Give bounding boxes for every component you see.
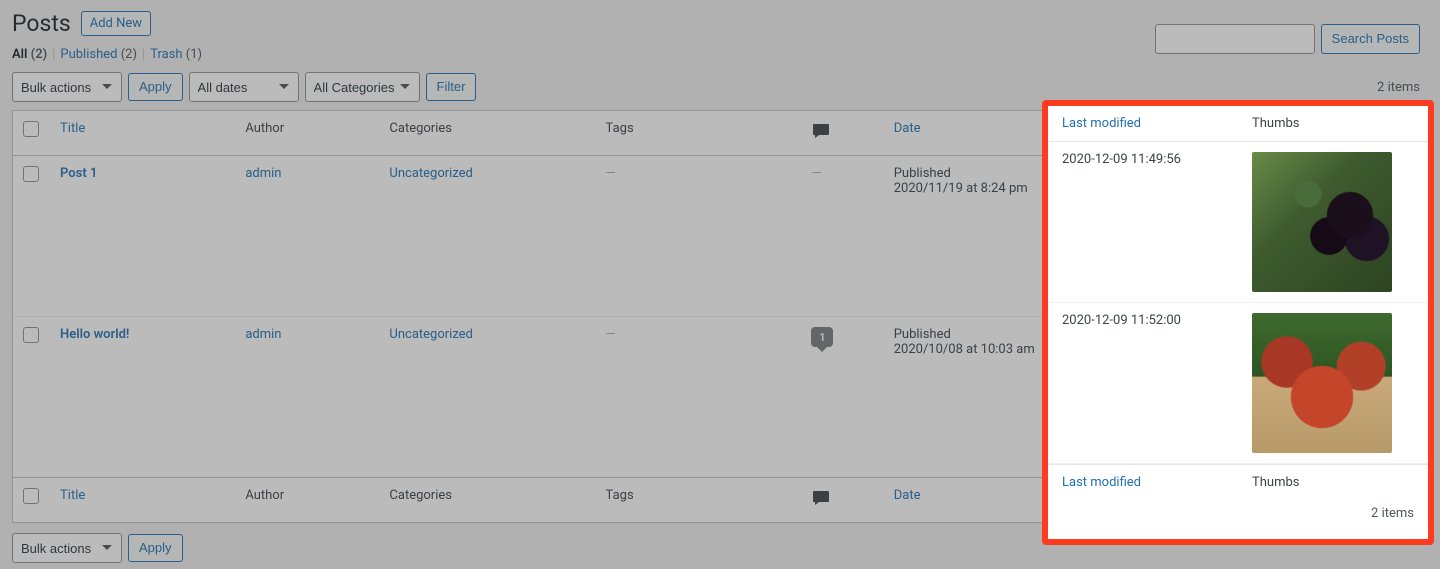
col-author-foot: Author	[235, 477, 379, 522]
tags-value: —	[606, 166, 616, 181]
category-link[interactable]: Uncategorized	[389, 166, 472, 181]
filter-all-count: (2)	[31, 47, 48, 62]
search-button[interactable]: Search Posts	[1321, 24, 1420, 54]
filter-published[interactable]: Published (2)	[60, 47, 137, 62]
items-count-top: 2 items	[1377, 80, 1420, 95]
col-author: Author	[235, 111, 379, 156]
filter-trash[interactable]: Trash (1)	[150, 47, 202, 62]
col-title-foot[interactable]: Title	[60, 488, 85, 503]
post-title-link[interactable]: Post 1	[60, 166, 97, 181]
date-status: Published	[894, 166, 951, 181]
table-row: 2020-12-09 11:49:56	[1048, 142, 1428, 303]
modified-value: 2020-12-09 11:49:56	[1062, 152, 1181, 167]
comments-icon[interactable]	[811, 130, 831, 145]
row-checkbox[interactable]	[23, 166, 39, 182]
author-link[interactable]: admin	[245, 166, 281, 181]
col-tags-foot: Tags	[596, 477, 802, 522]
tags-value: —	[606, 327, 616, 342]
comments-icon[interactable]	[811, 497, 831, 512]
filter-all[interactable]: All (2)	[12, 47, 47, 62]
page-title: Posts	[12, 10, 71, 37]
select-all-checkbox-top[interactable]	[23, 121, 39, 137]
apply-button-top[interactable]: Apply	[128, 73, 183, 101]
highlight-columns-overlay: Last modified Thumbs 2020-12-09 11:49:56…	[1042, 100, 1434, 545]
date-value: 2020/11/19 at 8:24 pm	[894, 181, 1028, 196]
hl-col-thumbs-foot: Thumbs	[1238, 464, 1428, 500]
bulk-actions-select-bottom[interactable]: Bulk actions	[12, 533, 122, 563]
author-link[interactable]: admin	[245, 327, 281, 342]
add-new-button[interactable]: Add New	[81, 11, 151, 37]
post-title-link[interactable]: Hello world!	[60, 327, 129, 342]
filter-published-label: Published	[60, 47, 117, 62]
category-filter-select[interactable]: All Categories	[305, 72, 420, 102]
col-date[interactable]: Date	[894, 121, 921, 136]
row-checkbox[interactable]	[23, 327, 39, 343]
select-all-checkbox-bottom[interactable]	[23, 488, 39, 504]
hl-col-last-modified[interactable]: Last modified	[1062, 116, 1141, 131]
hl-col-thumbs: Thumbs	[1238, 106, 1428, 142]
hl-items-count: 2 items	[1048, 500, 1428, 521]
table-row: 2020-12-09 11:52:00	[1048, 303, 1428, 464]
thumb-post-1	[1252, 152, 1392, 292]
filter-trash-label: Trash	[150, 47, 182, 62]
search-input[interactable]	[1155, 24, 1315, 54]
filter-all-label: All	[12, 47, 27, 62]
filter-button[interactable]: Filter	[426, 73, 477, 101]
date-status: Published	[894, 327, 951, 342]
comments-count-bubble[interactable]: 1	[811, 327, 833, 347]
col-categories-foot: Categories	[379, 477, 595, 522]
col-date-foot[interactable]: Date	[894, 488, 921, 503]
comments-none: —	[811, 166, 821, 181]
filter-published-count: (2)	[121, 47, 137, 62]
modified-value: 2020-12-09 11:52:00	[1062, 313, 1181, 328]
date-value: 2020/10/08 at 10:03 am	[894, 342, 1035, 357]
apply-button-bottom[interactable]: Apply	[128, 534, 183, 562]
col-tags: Tags	[596, 111, 802, 156]
filter-trash-count: (1)	[186, 47, 202, 62]
date-filter-select[interactable]: All dates	[189, 72, 299, 102]
hl-col-last-modified-foot[interactable]: Last modified	[1062, 475, 1141, 490]
thumb-post-2	[1252, 313, 1392, 453]
category-link[interactable]: Uncategorized	[389, 327, 472, 342]
bulk-actions-select[interactable]: Bulk actions	[12, 72, 122, 102]
col-categories: Categories	[379, 111, 595, 156]
col-title[interactable]: Title	[60, 121, 85, 136]
